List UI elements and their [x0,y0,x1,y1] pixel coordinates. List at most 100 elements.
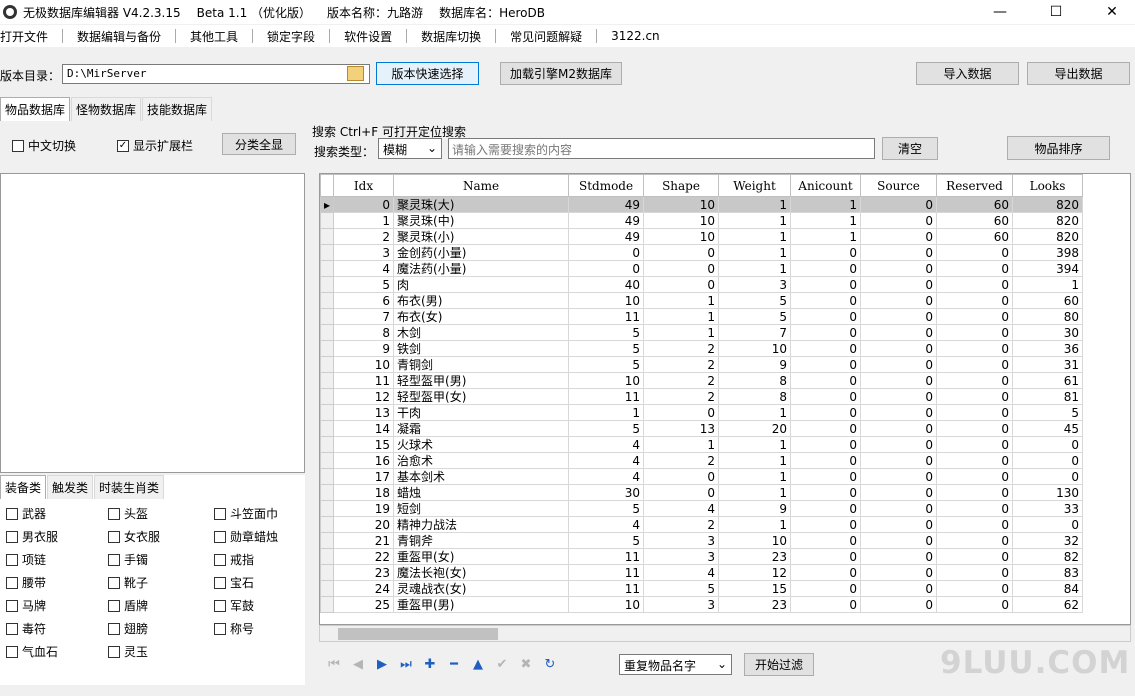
table-cell[interactable]: 49 [568,212,645,229]
table-cell[interactable]: 0 [936,404,1014,421]
menu-open-file[interactable]: 打开文件 [0,28,48,45]
table-row[interactable]: 25 重盔甲(男) 10 3 23 0 0 0 62 [320,596,1084,613]
table-cell[interactable]: 10 [718,532,792,549]
category-checkbox[interactable]: 靴子 [108,574,148,591]
category-checkbox[interactable]: 灵玉 [108,643,148,660]
table-cell[interactable]: 0 [936,484,1014,501]
table-cell[interactable]: 0 [860,516,938,533]
table-cell[interactable]: 肉 [393,276,570,293]
table-cell[interactable]: 魔法长袍(女) [393,564,570,581]
column-header[interactable]: Name [393,174,570,197]
table-cell[interactable]: 0 [860,532,938,549]
table-row[interactable]: 5 肉 40 0 3 0 0 0 1 [320,276,1084,293]
tab-skills[interactable]: 技能数据库 [142,97,213,121]
table-cell[interactable]: 干肉 [393,404,570,421]
table-cell[interactable]: 11 [568,548,645,565]
table-cell[interactable]: 重盔甲(女) [393,548,570,565]
table-cell[interactable]: 木剑 [393,324,570,341]
row-indicator[interactable] [320,420,335,437]
table-cell[interactable]: 精神力战法 [393,516,570,533]
table-cell[interactable]: 0 [860,228,938,245]
table-cell[interactable]: 3 [333,244,395,261]
table-cell[interactable]: 0 [936,516,1014,533]
table-cell[interactable]: 0 [790,404,862,421]
table-row[interactable]: 1 聚灵珠(中) 49 10 1 1 0 60 820 [320,212,1084,229]
table-cell[interactable]: 0 [790,452,862,469]
table-cell[interactable]: 1 [643,324,720,341]
table-cell[interactable]: 45 [1012,420,1084,437]
menu-data-edit[interactable]: 数据编辑与备份 [77,28,161,45]
prev-record-icon[interactable]: ◀ [346,652,370,676]
table-cell[interactable]: 1 [643,436,720,453]
table-cell[interactable]: 10 [718,340,792,357]
first-record-icon[interactable]: ⏮ [322,652,346,676]
table-cell[interactable]: 0 [860,356,938,373]
table-cell[interactable]: 0 [643,468,720,485]
table-cell[interactable]: 4 [643,500,720,517]
table-cell[interactable]: 0 [790,468,862,485]
table-cell[interactable]: 2 [333,228,395,245]
tab-trigger[interactable]: 触发类 [47,475,94,499]
show-ext-checkbox[interactable]: ✓ 显示扩展栏 [117,137,193,154]
column-header[interactable]: Looks [1012,174,1084,197]
folder-icon[interactable] [347,66,364,81]
table-cell[interactable]: 0 [936,580,1014,597]
table-cell[interactable]: 10 [568,596,645,613]
table-cell[interactable]: 11 [568,564,645,581]
table-cell[interactable]: 0 [936,308,1014,325]
table-cell[interactable]: 2 [643,452,720,469]
menu-faq[interactable]: 常见问题解疑 [510,28,582,45]
dir-input[interactable]: D:\MirServer [62,64,370,84]
add-record-icon[interactable]: ✚ [418,652,442,676]
row-indicator[interactable] [320,500,335,517]
table-cell[interactable]: 84 [1012,580,1084,597]
table-cell[interactable]: 0 [790,516,862,533]
row-indicator[interactable] [320,436,335,453]
table-cell[interactable]: 8 [718,372,792,389]
table-cell[interactable]: 3 [643,548,720,565]
table-cell[interactable]: 17 [333,468,395,485]
start-filter-button[interactable]: 开始过滤 [744,653,814,676]
table-cell[interactable]: 0 [860,452,938,469]
table-cell[interactable]: 2 [643,388,720,405]
table-cell[interactable]: 0 [568,260,645,277]
close-button[interactable]: ✕ [1089,0,1135,24]
table-row[interactable]: 11 轻型盔甲(男) 10 2 8 0 0 0 61 [320,372,1084,389]
row-indicator[interactable] [320,580,335,597]
table-cell[interactable]: 8 [718,388,792,405]
table-cell[interactable]: 0 [936,292,1014,309]
table-cell[interactable]: 0 [790,564,862,581]
table-cell[interactable]: 23 [718,596,792,613]
table-cell[interactable]: 12 [333,388,395,405]
scroll-thumb[interactable] [338,628,498,640]
table-cell[interactable]: 0 [790,484,862,501]
table-cell[interactable]: 4 [568,468,645,485]
table-cell[interactable]: 15 [333,436,395,453]
menu-db-switch[interactable]: 数据库切换 [421,28,481,45]
table-cell[interactable]: 5 [568,356,645,373]
splitter[interactable] [306,173,318,625]
category-checkbox[interactable]: 称号 [214,620,254,637]
row-indicator[interactable] [320,564,335,581]
table-cell[interactable]: 0 [790,308,862,325]
delete-record-icon[interactable]: ━ [442,652,466,676]
table-cell[interactable]: 聚灵珠(中) [393,212,570,229]
table-cell[interactable]: 1 [718,452,792,469]
table-cell[interactable]: 0 [860,564,938,581]
table-cell[interactable]: 青铜斧 [393,532,570,549]
table-cell[interactable]: 0 [936,276,1014,293]
table-cell[interactable]: 5 [568,420,645,437]
table-cell[interactable]: 0 [860,324,938,341]
table-cell[interactable]: 0 [936,468,1014,485]
menu-other-tools[interactable]: 其他工具 [190,28,238,45]
table-cell[interactable]: 30 [1012,324,1084,341]
table-cell[interactable]: 轻型盔甲(男) [393,372,570,389]
cn-switch-checkbox[interactable]: 中文切换 [12,137,76,154]
table-row[interactable]: 24 灵魂战衣(女) 11 5 15 0 0 0 84 [320,580,1084,597]
maximize-button[interactable]: ☐ [1033,0,1079,24]
table-cell[interactable]: 5 [718,292,792,309]
table-row[interactable]: 21 青铜斧 5 3 10 0 0 0 32 [320,532,1084,549]
table-cell[interactable]: 10 [568,372,645,389]
row-indicator[interactable] [320,308,335,325]
table-cell[interactable]: 83 [1012,564,1084,581]
